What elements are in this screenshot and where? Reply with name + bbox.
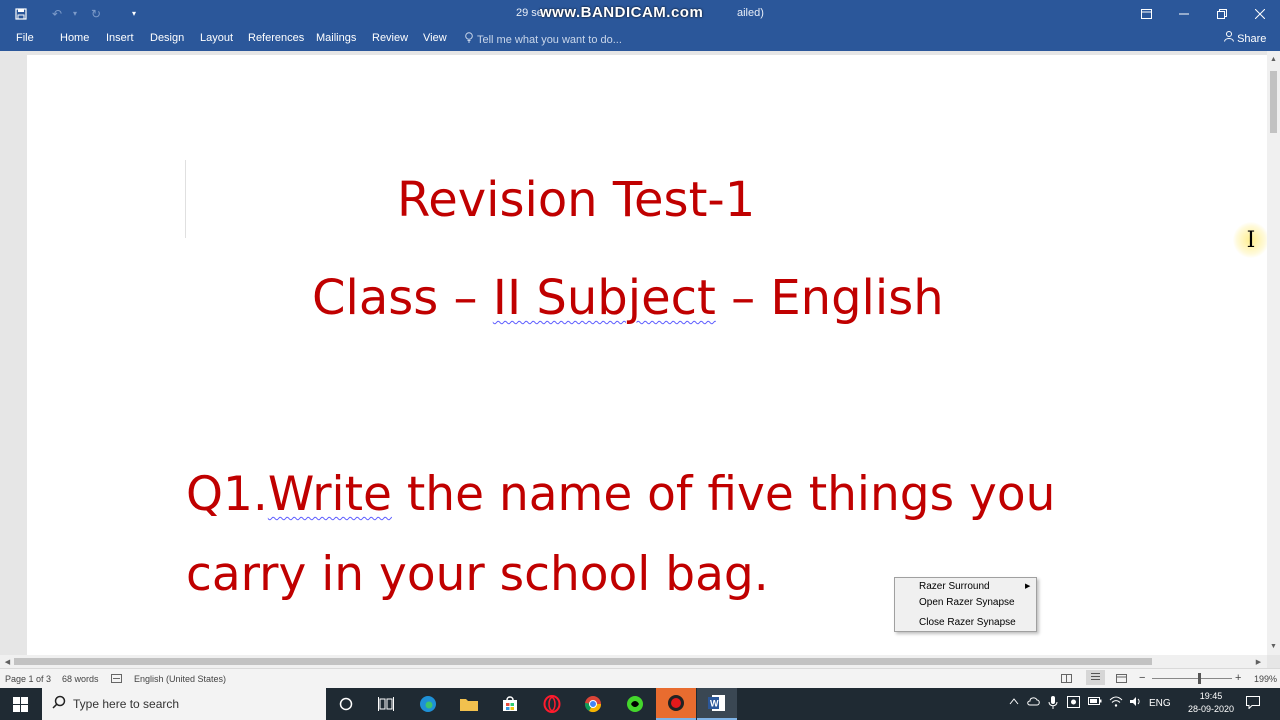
- print-layout-icon[interactable]: [1086, 670, 1105, 685]
- scroll-up-icon[interactable]: ▲: [1267, 53, 1280, 66]
- menu-item-razer-surround[interactable]: Razer Surround: [919, 581, 990, 592]
- title-bar: ↶ ▾ ↻ ▾ 29 se www.BANDICAM.com ailed): [0, 0, 1280, 27]
- cortana-icon[interactable]: [326, 688, 366, 720]
- scroll-down-icon[interactable]: ▼: [1267, 640, 1280, 653]
- volume-icon[interactable]: [1129, 696, 1142, 710]
- scroll-left-icon[interactable]: ◀: [1, 655, 14, 668]
- bandicam-tray-icon[interactable]: [1067, 696, 1080, 711]
- ibeam-cursor-icon: I: [1233, 222, 1269, 258]
- question-1-line-2[interactable]: carry in your school bag.: [186, 547, 769, 602]
- tab-references[interactable]: References: [248, 32, 304, 44]
- word-count[interactable]: 68 words: [62, 674, 99, 684]
- microphone-icon[interactable]: [1048, 696, 1058, 712]
- share-button[interactable]: Share: [1224, 31, 1266, 45]
- zoom-slider-thumb[interactable]: [1198, 673, 1201, 684]
- ribbon-display-options-icon[interactable]: [1127, 0, 1165, 27]
- tab-view[interactable]: View: [423, 32, 447, 44]
- class-subject-text: II Subject: [492, 270, 716, 326]
- document-title: 29 se: [516, 7, 543, 19]
- tab-mailings[interactable]: Mailings: [316, 32, 356, 44]
- vertical-scrollbar[interactable]: ▲ ▼: [1267, 51, 1280, 655]
- tab-review[interactable]: Review: [372, 32, 408, 44]
- ribbon-tabs: File Home Insert Design Layout Reference…: [0, 27, 1280, 51]
- save-icon[interactable]: [8, 0, 34, 27]
- opera-icon[interactable]: [532, 688, 572, 720]
- question-word-write: Write: [267, 467, 392, 522]
- zoom-slider-track[interactable]: [1152, 678, 1232, 679]
- tab-home[interactable]: Home: [60, 32, 89, 44]
- store-icon[interactable]: [490, 688, 530, 720]
- menu-item-close-razer-synapse[interactable]: Close Razer Synapse: [919, 617, 1016, 628]
- margin-marker: [185, 160, 186, 238]
- customize-quick-access-icon[interactable]: ▾: [121, 0, 147, 27]
- person-icon: [1224, 31, 1237, 45]
- clock-date: 28-09-2020: [1187, 704, 1235, 714]
- zoom-level[interactable]: 199%: [1254, 674, 1277, 684]
- close-icon[interactable]: [1241, 0, 1279, 27]
- bandicam-watermark: www.BANDICAM.com: [540, 4, 704, 21]
- menu-item-open-razer-synapse[interactable]: Open Razer Synapse: [919, 597, 1015, 608]
- document-subtitle-line[interactable]: Class – II Subject – English: [312, 270, 944, 326]
- submenu-arrow-icon: ▶: [1025, 583, 1031, 590]
- input-language[interactable]: ENG: [1149, 698, 1171, 709]
- question-text: the name of five things you: [391, 467, 1056, 522]
- zoom-in-button[interactable]: +: [1235, 672, 1241, 684]
- windows-start-icon[interactable]: [0, 688, 40, 720]
- taskbar-search-box[interactable]: Type here to search: [42, 688, 326, 720]
- task-view-icon[interactable]: [366, 688, 406, 720]
- read-mode-icon[interactable]: [1061, 674, 1072, 685]
- file-explorer-icon[interactable]: [449, 688, 489, 720]
- search-placeholder: Type here to search: [73, 697, 180, 711]
- share-label: Share: [1237, 33, 1267, 45]
- chrome-icon[interactable]: [573, 688, 613, 720]
- razer-icon[interactable]: [615, 688, 655, 720]
- taskbar-clock[interactable]: 19:45 28-09-2020: [1180, 690, 1242, 716]
- status-bar: Page 1 of 3 68 words English (United Sta…: [0, 668, 1280, 688]
- search-icon: [52, 695, 66, 712]
- zoom-out-button[interactable]: −: [1139, 672, 1145, 684]
- document-title-line[interactable]: Revision Test-1: [397, 172, 755, 228]
- vertical-scroll-thumb[interactable]: [1270, 71, 1277, 133]
- word-icon[interactable]: W: [697, 688, 737, 720]
- horizontal-scrollbar[interactable]: ◀ ▶: [0, 655, 1267, 668]
- svg-text:W: W: [710, 699, 719, 709]
- class-label: Class –: [312, 270, 493, 326]
- clock-time: 19:45: [1199, 691, 1223, 701]
- windows-taskbar: Type here to search W ENG 19:45 28-09-20…: [0, 688, 1280, 720]
- tab-file[interactable]: File: [16, 32, 34, 44]
- notifications-icon[interactable]: [1246, 696, 1260, 712]
- battery-icon[interactable]: [1088, 696, 1102, 709]
- horizontal-scroll-thumb[interactable]: [14, 658, 1152, 665]
- document-title-suffix: ailed): [737, 7, 764, 19]
- edge-icon[interactable]: [408, 688, 448, 720]
- tab-design[interactable]: Design: [150, 32, 184, 44]
- proofing-icon[interactable]: [111, 674, 122, 685]
- scroll-right-icon[interactable]: ▶: [1252, 655, 1265, 668]
- tab-insert[interactable]: Insert: [106, 32, 134, 44]
- lightbulb-icon: [465, 32, 473, 46]
- minimize-icon[interactable]: [1165, 0, 1203, 27]
- tab-layout[interactable]: Layout: [200, 32, 233, 44]
- onedrive-icon[interactable]: [1027, 696, 1041, 709]
- question-1-line-1[interactable]: Q1.Write the name of five things you: [186, 467, 1055, 522]
- tell-me-text: Tell me what you want to do...: [477, 34, 622, 46]
- subject-english: – English: [715, 270, 944, 326]
- web-layout-icon[interactable]: [1116, 674, 1127, 685]
- razer-context-menu: Razer Surround ▶ Open Razer Synapse Clos…: [894, 577, 1037, 632]
- redo-icon[interactable]: ↻: [83, 0, 109, 27]
- restore-icon[interactable]: [1203, 0, 1241, 27]
- tray-overflow-icon[interactable]: [1009, 696, 1019, 708]
- tell-me-search[interactable]: Tell me what you want to do...: [465, 32, 622, 46]
- language-indicator[interactable]: English (United States): [134, 674, 226, 684]
- bandicam-icon[interactable]: [656, 688, 696, 720]
- page-count[interactable]: Page 1 of 3: [5, 674, 51, 684]
- wifi-icon[interactable]: [1109, 696, 1123, 710]
- question-number: Q1.: [186, 467, 268, 522]
